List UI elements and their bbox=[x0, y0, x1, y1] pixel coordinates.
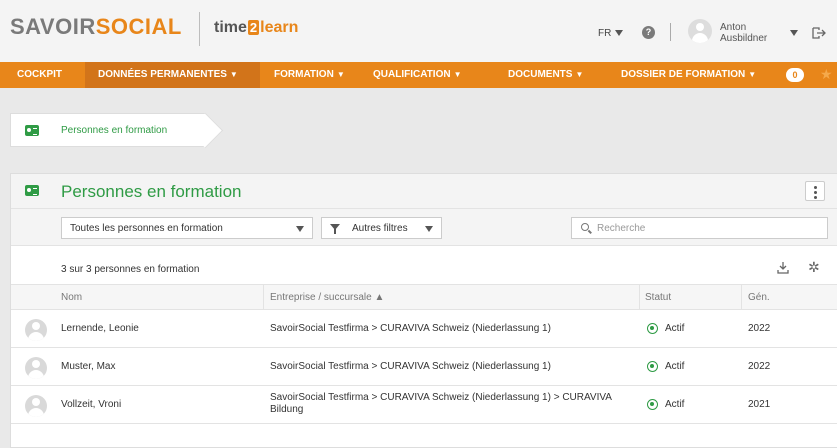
column-header-nom[interactable]: Nom bbox=[61, 292, 82, 303]
id-card-icon bbox=[25, 125, 39, 136]
person-avatar bbox=[25, 319, 47, 341]
logo-text-savoir: SAVOIR bbox=[10, 14, 96, 39]
logout-icon[interactable] bbox=[812, 27, 826, 39]
cell-name: Vollzeit, Vroni bbox=[61, 399, 122, 410]
help-icon[interactable]: ? bbox=[642, 26, 655, 39]
cell-gen: 2022 bbox=[748, 361, 771, 372]
result-count: 3 sur 3 personnes en formation bbox=[61, 264, 200, 275]
nav-item-label: FORMATION bbox=[274, 69, 334, 80]
logo-divider bbox=[199, 12, 200, 46]
column-divider bbox=[741, 285, 742, 311]
logo-text-time: time bbox=[214, 19, 247, 36]
cell-name: Lernende, Leonie bbox=[61, 323, 139, 334]
chevron-down-icon: ▼ bbox=[575, 70, 584, 79]
search-input[interactable] bbox=[597, 221, 817, 235]
column-divider bbox=[639, 285, 640, 311]
nav-item-label: COCKPIT bbox=[17, 69, 62, 80]
nav-item-donnees-permanentes[interactable]: DONNÉES PERMANENTES ▼ bbox=[85, 62, 260, 88]
logo-text-social: SOCIAL bbox=[95, 14, 182, 39]
nav-item-label: DOCUMENTS bbox=[508, 69, 573, 80]
more-filters-label: Autres filtres bbox=[352, 223, 408, 234]
nav-item-label: DOSSIER DE FORMATION bbox=[621, 69, 746, 80]
column-divider bbox=[263, 285, 264, 311]
nav-item-label: QUALIFICATION bbox=[373, 69, 451, 80]
table-row[interactable]: Muster, Max SavoirSocial Testfirma > CUR… bbox=[11, 348, 837, 386]
cell-gen: 2021 bbox=[748, 399, 771, 410]
header-divider bbox=[670, 23, 671, 41]
chevron-down-icon: ▼ bbox=[453, 70, 462, 79]
breadcrumb: Personnes en formation bbox=[10, 113, 206, 147]
status-active-icon bbox=[647, 399, 658, 410]
user-avatar[interactable] bbox=[688, 19, 712, 43]
select-value: Toutes les personnes en formation bbox=[70, 223, 223, 234]
id-card-icon bbox=[25, 185, 39, 196]
search-field[interactable] bbox=[571, 217, 828, 239]
filter-bar: Toutes les personnes en formation Autres… bbox=[11, 208, 837, 246]
nav-item-formation[interactable]: FORMATION ▼ bbox=[274, 62, 345, 88]
star-icon[interactable]: ★ bbox=[820, 66, 833, 82]
nav-item-cockpit[interactable]: COCKPIT bbox=[17, 62, 62, 88]
kebab-dot bbox=[814, 186, 817, 189]
cell-status: Actif bbox=[665, 361, 685, 372]
notification-badge[interactable]: 0 bbox=[786, 68, 804, 82]
cell-company: SavoirSocial Testfirma > CURAVIVA Schwei… bbox=[270, 323, 551, 334]
breadcrumb-item-personnes[interactable]: Personnes en formation bbox=[61, 125, 167, 136]
download-icon[interactable] bbox=[777, 261, 789, 275]
language-label: FR bbox=[598, 28, 612, 39]
cell-status: Actif bbox=[665, 323, 685, 334]
search-icon bbox=[581, 223, 589, 231]
status-active-icon bbox=[647, 323, 658, 334]
chevron-down-icon bbox=[425, 226, 433, 232]
status-active-icon bbox=[647, 361, 658, 372]
cell-name: Muster, Max bbox=[61, 361, 116, 372]
chevron-down-icon: ▼ bbox=[336, 70, 345, 79]
time2learn-logo[interactable]: time 2 learn bbox=[214, 19, 298, 37]
savoirsocial-logo[interactable]: SAVOIRSOCIAL bbox=[10, 14, 182, 40]
more-filters-button[interactable]: Autres filtres bbox=[321, 217, 442, 239]
column-header-entreprise[interactable]: Entreprise / succursale ▲ bbox=[270, 292, 384, 303]
table-header: Nom Entreprise / succursale ▲ Statut Gén… bbox=[11, 284, 837, 311]
table-row[interactable]: Lernende, Leonie SavoirSocial Testfirma … bbox=[11, 310, 837, 348]
column-header-statut[interactable]: Statut bbox=[645, 292, 671, 303]
trainees-panel: Personnes en formation Toutes les person… bbox=[10, 173, 837, 448]
person-avatar bbox=[25, 357, 47, 379]
main-nav: COCKPIT DONNÉES PERMANENTES ▼ FORMATION ▼ … bbox=[0, 62, 837, 88]
trainee-filter-select[interactable]: Toutes les personnes en formation bbox=[61, 217, 313, 239]
table-row[interactable]: Vollzeit, Vroni SavoirSocial Testfirma >… bbox=[11, 386, 837, 424]
chevron-down-icon: ▼ bbox=[229, 70, 238, 79]
page-title: Personnes en formation bbox=[61, 182, 242, 201]
language-select[interactable]: FR bbox=[598, 28, 624, 39]
nav-item-documents[interactable]: DOCUMENTS ▼ bbox=[508, 62, 583, 88]
person-avatar bbox=[25, 395, 47, 417]
user-menu-chevron-icon[interactable] bbox=[790, 30, 798, 36]
nav-item-dossier-de-formation[interactable]: DOSSIER DE FORMATION ▼ bbox=[621, 62, 756, 88]
cell-company: SavoirSocial Testfirma > CURAVIVA Schwei… bbox=[270, 392, 612, 415]
logo-text-2: 2 bbox=[247, 20, 260, 35]
user-name[interactable]: Anton bbox=[720, 22, 746, 33]
top-bar: SAVOIRSOCIAL time 2 learn FR ? Anton Ausbi… bbox=[0, 0, 837, 62]
kebab-dot bbox=[814, 191, 817, 194]
chevron-down-icon bbox=[296, 226, 304, 232]
logo-text-learn: learn bbox=[260, 19, 299, 36]
nav-item-label: DONNÉES PERMANENTES bbox=[98, 69, 227, 80]
panel-header: Personnes en formation bbox=[11, 174, 837, 208]
chevron-down-icon bbox=[615, 30, 624, 37]
gear-icon[interactable]: ✲ bbox=[808, 260, 820, 274]
cell-status: Actif bbox=[665, 399, 685, 410]
column-header-gen[interactable]: Gén. bbox=[748, 292, 770, 303]
more-options-button[interactable] bbox=[805, 181, 825, 201]
kebab-dot bbox=[814, 196, 817, 199]
nav-item-qualification[interactable]: QUALIFICATION ▼ bbox=[373, 62, 462, 88]
user-role[interactable]: Ausbildner bbox=[720, 33, 767, 44]
cell-gen: 2022 bbox=[748, 323, 771, 334]
chevron-down-icon: ▼ bbox=[748, 70, 757, 79]
cell-company: SavoirSocial Testfirma > CURAVIVA Schwei… bbox=[270, 361, 551, 372]
funnel-icon bbox=[330, 224, 340, 234]
